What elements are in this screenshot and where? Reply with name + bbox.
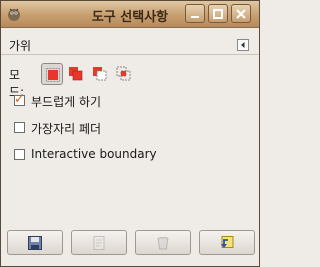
interactive-boundary-checkbox[interactable] (14, 149, 25, 160)
mode-add-button[interactable] (65, 63, 87, 85)
feather-edges-label: 가장자리 페더 (31, 122, 102, 136)
tool-options-window: 도구 선택사항 가위 모드: ✓ 부드럽게 하기 가장자리 페더 Interac… (0, 0, 260, 267)
intersect-mode-icon (116, 66, 131, 81)
panel-header: 가위 (9, 37, 251, 53)
restore-options-button[interactable] (71, 230, 127, 255)
delete-options-button[interactable] (135, 230, 191, 255)
mode-replace-button[interactable] (41, 63, 63, 85)
triangle-left-icon (241, 42, 245, 48)
minimize-button[interactable] (185, 4, 205, 23)
reset-options-button[interactable] (199, 230, 255, 255)
header-divider (1, 54, 259, 55)
save-icon (28, 236, 42, 250)
save-options-button[interactable] (7, 230, 63, 255)
maximize-icon (213, 9, 223, 19)
reset-icon (221, 236, 234, 248)
mode-subtract-button[interactable] (89, 63, 111, 85)
replace-mode-icon (46, 68, 60, 82)
antialias-label: 부드럽게 하기 (31, 95, 102, 109)
minimize-icon (191, 16, 199, 18)
feather-edges-checkbox[interactable] (14, 122, 25, 133)
title-bar[interactable]: 도구 선택사항 (1, 1, 259, 28)
bottom-button-bar (7, 230, 255, 256)
close-icon (236, 9, 246, 19)
antialias-checkbox[interactable]: ✓ (14, 93, 25, 106)
mode-intersect-button[interactable] (113, 63, 135, 85)
delete-icon (157, 237, 169, 250)
restore-icon (93, 236, 105, 250)
tool-name-label: 가위 (9, 39, 32, 53)
add-mode-icon (69, 67, 83, 81)
close-button[interactable] (231, 4, 251, 23)
panel-menu-button[interactable] (237, 39, 249, 51)
interactive-boundary-label: Interactive boundary (31, 147, 157, 161)
subtract-mode-icon (93, 67, 107, 81)
maximize-button[interactable] (208, 4, 228, 23)
